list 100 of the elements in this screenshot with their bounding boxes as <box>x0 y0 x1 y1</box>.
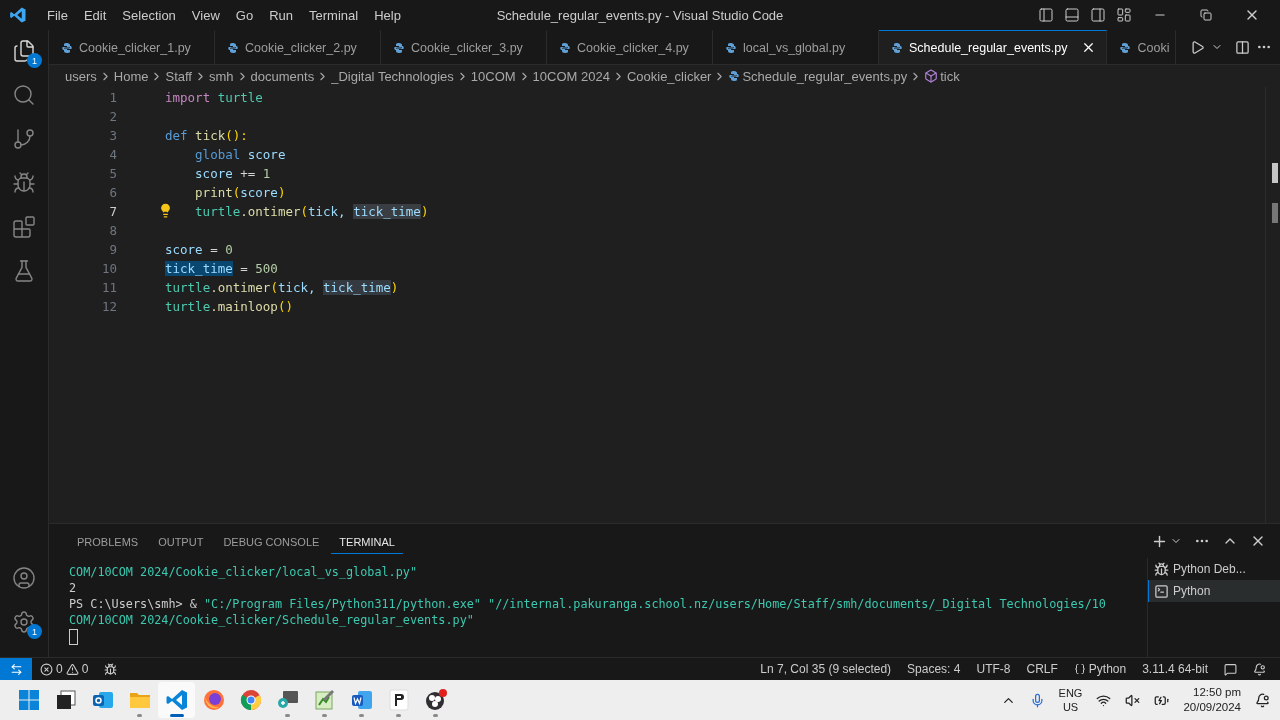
terminal-list-item[interactable]: Python <box>1148 580 1280 602</box>
breadcrumb-item[interactable]: 10COM <box>470 68 516 84</box>
breadcrumb-item[interactable]: Cookie_clicker <box>626 68 712 84</box>
menu-item[interactable]: Selection <box>114 7 184 23</box>
count-badge: 1 <box>27 624 42 639</box>
code-line: score = 0 <box>165 241 233 259</box>
breadcrumb-item[interactable]: smh <box>209 68 234 84</box>
bug-icon[interactable] <box>104 662 118 676</box>
clock[interactable]: 12:50 pm 20/09/2024 <box>1183 685 1241 715</box>
python-file-icon <box>725 41 737 54</box>
code-line: score += 1 <box>195 165 271 183</box>
line-number: 6 <box>108 184 117 202</box>
status-item[interactable]: 3.11.4 64-bit <box>1142 662 1208 676</box>
layout-icon[interactable] <box>1116 7 1132 23</box>
sidebar-toggle-icon[interactable] <box>1038 7 1054 23</box>
menu-item[interactable]: Run <box>261 7 301 23</box>
python-file-icon <box>559 41 571 54</box>
code-editor-icon[interactable] <box>164 688 189 712</box>
panel-tab[interactable]: OUTPUT <box>150 528 212 554</box>
scrollbar[interactable] <box>1265 87 1280 523</box>
menu-item[interactable]: File <box>39 7 76 23</box>
browser-icon[interactable] <box>201 688 226 712</box>
panel-tab[interactable]: DEBUG CONSOLE <box>215 528 328 554</box>
wifi-icon[interactable] <box>1096 692 1112 708</box>
browser-icon[interactable] <box>238 688 263 712</box>
line-number: 12 <box>100 298 117 316</box>
menu-item[interactable]: Terminal <box>301 7 367 23</box>
app-logo <box>9 6 27 24</box>
document-app-icon[interactable] <box>349 688 374 712</box>
breadcrumb-item[interactable]: 10COM 2024 <box>532 68 610 84</box>
breadcrumb-item[interactable]: Schedule_regular_events.py <box>742 68 908 84</box>
status-item[interactable]: Ln 7, Col 35 (9 selected) <box>760 662 892 676</box>
terminal-cursor <box>69 629 78 645</box>
python-file-icon <box>1119 41 1132 54</box>
line-number: 2 <box>108 108 117 126</box>
python-file-icon <box>227 41 239 54</box>
status-item[interactable]: UTF-8 <box>976 662 1011 676</box>
line-number: 8 <box>108 222 117 240</box>
code-line: print(score) <box>195 184 286 202</box>
feedback-icon[interactable] <box>1224 662 1237 676</box>
secondary-sidebar-icon[interactable] <box>1090 7 1106 23</box>
status-item[interactable]: CRLF <box>1026 662 1058 676</box>
panel-toggle-icon[interactable] <box>1064 7 1080 23</box>
remote-indicator[interactable] <box>0 658 32 680</box>
line-number: 3 <box>108 127 117 145</box>
line-number: 1 <box>108 89 117 107</box>
restore-icon[interactable] <box>1200 9 1212 21</box>
terminal-list-item[interactable]: Python Deb... <box>1148 558 1280 580</box>
terminal-line: COM/10COM 2024/Cookie_clicker/local_vs_global.py" <box>69 564 418 580</box>
pdf-app-icon[interactable] <box>386 688 411 712</box>
breadcrumb-item[interactable]: documents <box>250 68 315 84</box>
breadcrumb-item[interactable]: tick <box>940 68 960 84</box>
python-file-icon <box>728 70 741 82</box>
error-icon[interactable] <box>40 662 53 676</box>
braces-icon[interactable] <box>1073 663 1086 675</box>
panel-tab[interactable]: TERMINAL <box>331 528 403 554</box>
split-editor-icon[interactable] <box>1235 39 1250 55</box>
python-file-icon <box>393 41 405 54</box>
notification-icon[interactable] <box>1255 692 1270 708</box>
code-line: turtle.ontimer(tick, tick_time) <box>165 279 399 297</box>
line-number: 10 <box>100 260 117 278</box>
windows-start-icon[interactable] <box>16 688 41 712</box>
menu-item[interactable]: Help <box>366 7 409 23</box>
code-line: turtle.mainloop() <box>165 298 293 316</box>
terminal-line: COM/10COM 2024/Cookie_clicker/Schedule_regular_events.py" <box>69 612 475 628</box>
breadcrumb-item[interactable]: Home <box>113 68 149 84</box>
mute-icon[interactable] <box>1125 692 1141 708</box>
breadcrumb-item[interactable]: _Digital Technologies <box>331 68 454 84</box>
notepad-icon[interactable] <box>312 688 337 712</box>
cube-icon <box>924 69 939 83</box>
count-badge: 1 <box>27 53 42 68</box>
status-item[interactable]: Spaces: 4 <box>907 662 961 676</box>
bell-icon[interactable] <box>1253 662 1266 676</box>
run-icon[interactable] <box>1190 39 1205 55</box>
breadcrumb-item[interactable]: users <box>65 68 97 84</box>
recorder-icon[interactable] <box>423 688 448 712</box>
lightbulb-icon[interactable] <box>158 203 173 218</box>
language-indicator[interactable]: ENG US <box>1058 686 1083 714</box>
line-number: 4 <box>108 146 117 164</box>
menu-item[interactable]: Go <box>227 7 262 23</box>
panel-tab[interactable]: PROBLEMS <box>69 528 147 554</box>
warning-count[interactable]: 0 <box>81 662 89 676</box>
remote-icon <box>9 662 23 676</box>
line-number: 11 <box>100 279 117 297</box>
status-item[interactable]: Python <box>1088 662 1127 676</box>
menu-item[interactable]: Edit <box>75 7 115 23</box>
code-line: import turtle <box>165 89 263 107</box>
code-line: tick_time = 500 <box>165 260 278 278</box>
warning-icon[interactable] <box>65 662 79 676</box>
menu-item[interactable]: View <box>183 7 228 23</box>
terminal-line: 2 <box>69 580 78 596</box>
terminal-icon <box>1154 583 1169 599</box>
code-line: turtle.ontimer(tick, tick_time) <box>195 203 429 221</box>
breadcrumb-item[interactable]: Staff <box>165 68 192 84</box>
editor-tab[interactable]: Schedule_regular_events.py <box>879 30 1108 64</box>
error-count[interactable]: 0 <box>56 662 63 676</box>
microphone-icon[interactable] <box>1029 692 1045 708</box>
window-title: Schedule_regular_events.py - Visual Studio Code <box>496 7 784 23</box>
terminal-line: PS C:\Users\smh> & "C:/Program Files/Python311/python.exe" "//internal.pakuranga.school.nz/users/Home/Staff/smh/documents/_Digital Technologies/10 <box>69 596 1107 612</box>
python-file-icon <box>891 41 903 54</box>
